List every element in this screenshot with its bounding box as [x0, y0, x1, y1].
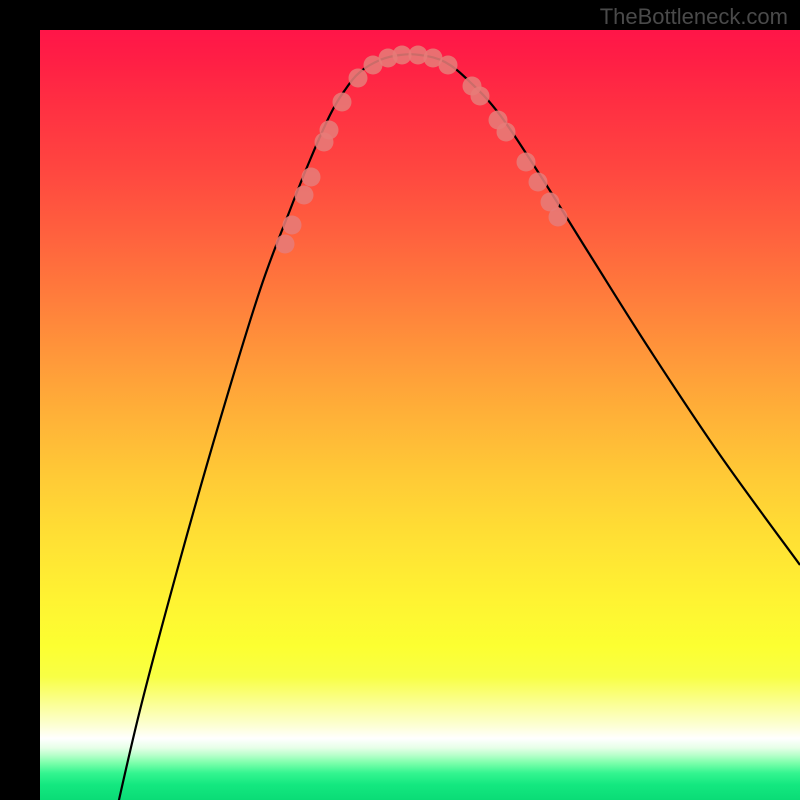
marker-dot	[529, 173, 548, 192]
marker-dot	[302, 168, 321, 187]
marker-dot	[283, 216, 302, 235]
curve-svg	[40, 30, 800, 800]
marker-dot	[320, 121, 339, 140]
marker-dot	[549, 208, 568, 227]
plot-area	[40, 30, 800, 800]
marker-dot	[333, 93, 352, 112]
bottleneck-curve	[110, 54, 800, 800]
marker-dot	[276, 235, 295, 254]
marker-dot	[295, 186, 314, 205]
marker-dot	[497, 123, 516, 142]
marker-dot	[471, 87, 490, 106]
watermark-text: TheBottleneck.com	[600, 4, 788, 30]
marker-dot	[439, 56, 458, 75]
marker-dot	[349, 69, 368, 88]
marker-dot	[517, 153, 536, 172]
